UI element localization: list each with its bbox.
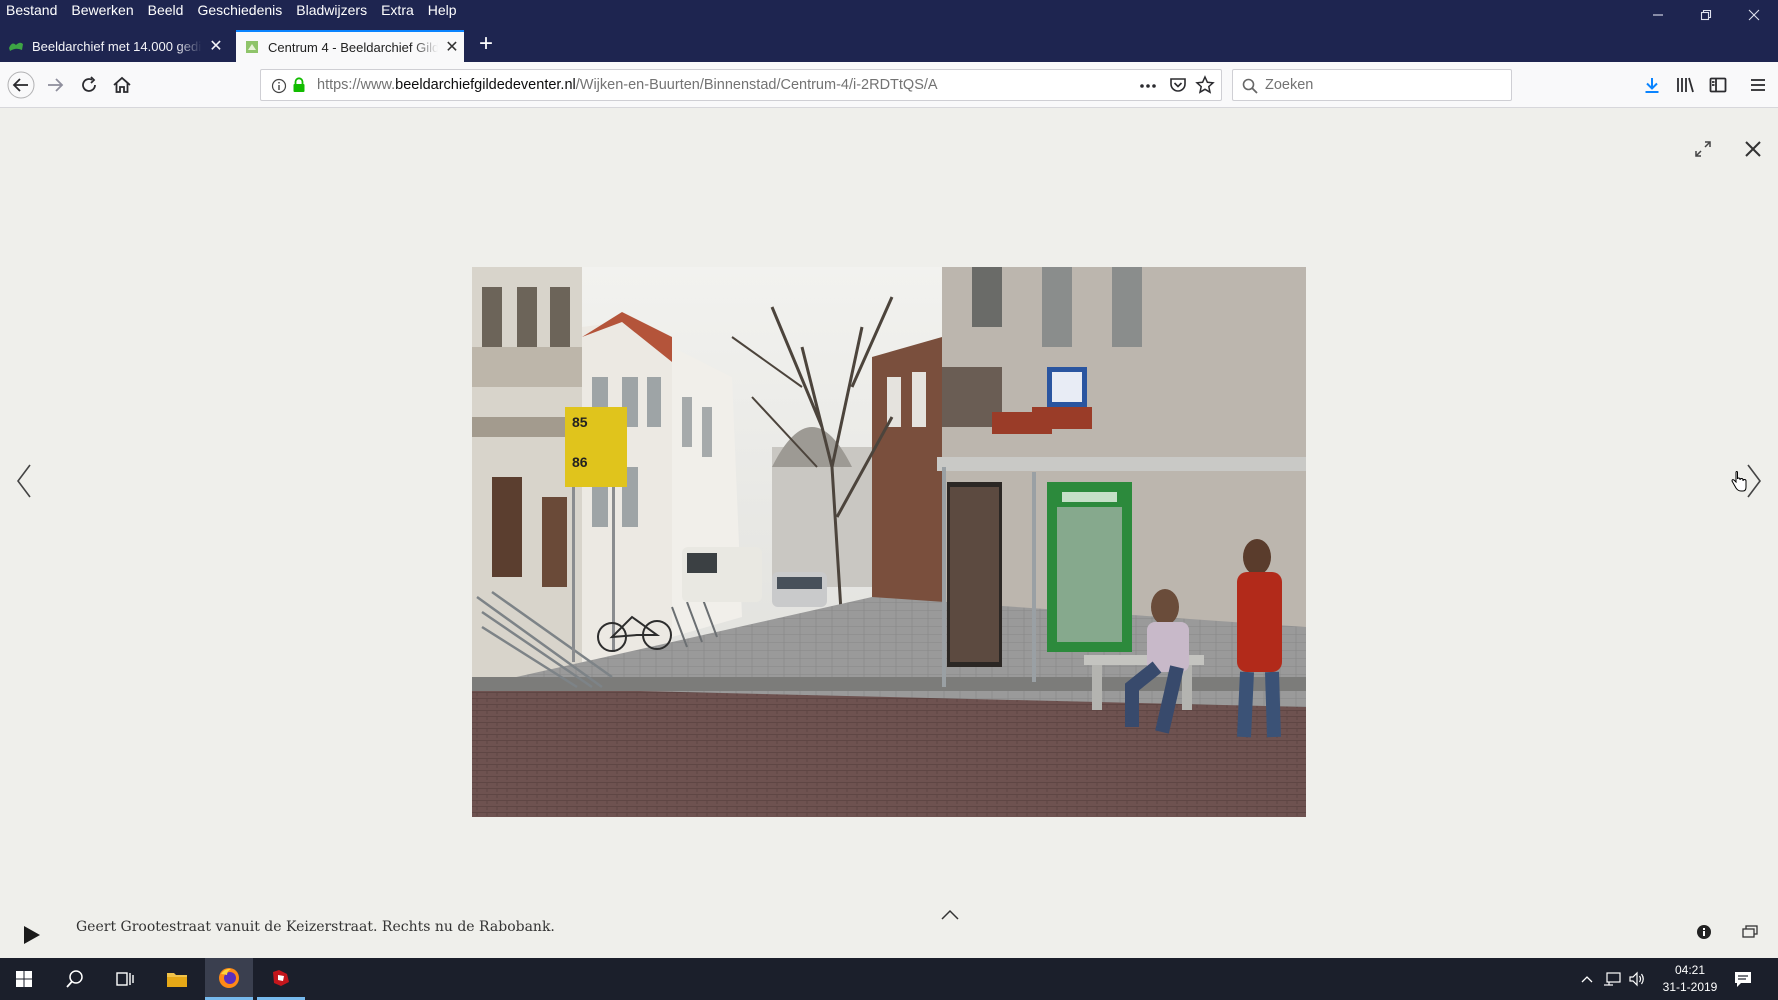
svg-text:86: 86 (572, 454, 588, 470)
close-lightbox-icon[interactable] (1743, 139, 1763, 159)
download-icon (1645, 78, 1659, 93)
lightbox-viewer: 85 86 Geert Grootestraat vanuit de Keize… (0, 109, 1778, 958)
tab-title: Beeldarchief met 14.000 gedigitaliseerde (32, 38, 202, 54)
url-path: /Wijken-en-Buurten/Binnenstad/Centrum-4/… (575, 77, 938, 93)
search-bar[interactable]: Zoeken (1232, 69, 1512, 101)
menu-extra[interactable]: Extra (381, 2, 414, 18)
menu-bestand[interactable]: Bestand (6, 2, 57, 18)
network-icon[interactable] (1603, 971, 1621, 987)
folder-icon (167, 973, 187, 987)
app-taskbar-button[interactable] (257, 958, 305, 1000)
menu-help[interactable]: Help (428, 2, 457, 18)
home-icon (113, 76, 131, 93)
bookmark-star-icon[interactable] (1195, 75, 1215, 95)
tab-title: Centrum 4 - Beeldarchief Gilde Deventer (268, 39, 438, 55)
task-view-icon (116, 972, 134, 986)
search-icon (1242, 78, 1258, 94)
task-view-button[interactable] (101, 958, 149, 1000)
back-button[interactable] (5, 69, 37, 101)
street-photo[interactable]: 85 86 (472, 267, 1306, 817)
previous-photo-icon[interactable] (14, 461, 34, 501)
clock-date: 31-1-2019 (1662, 980, 1718, 994)
tab-favicon (244, 39, 260, 55)
hand-cursor-icon (1731, 471, 1747, 492)
menu-beeld[interactable]: Beeld (148, 2, 184, 18)
firefox-taskbar-button[interactable] (205, 958, 253, 1000)
pocket-icon[interactable] (1169, 76, 1187, 94)
library-button[interactable] (1669, 69, 1701, 101)
lock-icon[interactable] (292, 77, 306, 93)
search-placeholder: Zoeken (1265, 77, 1314, 93)
photo-caption: Geert Grootestraat vanuit de Keizerstraa… (76, 919, 555, 935)
sidebar-toggle-button[interactable] (1702, 69, 1734, 101)
back-arrow-icon (7, 71, 35, 99)
new-tab-button[interactable]: + (474, 32, 498, 56)
url-domain: beeldarchiefgildedeventer.nl (395, 77, 576, 93)
start-button[interactable] (0, 958, 48, 1000)
photo-illustration: 85 86 (472, 267, 1306, 817)
forward-arrow-icon (48, 78, 64, 92)
close-icon (1748, 9, 1760, 21)
sidebar-icon (1709, 77, 1727, 93)
tab-close-icon[interactable]: ✕ (206, 36, 226, 56)
minimize-icon (1653, 14, 1663, 16)
menu-bewerken[interactable]: Bewerken (71, 2, 133, 18)
reload-icon (82, 76, 96, 92)
windows-logo-icon (16, 971, 32, 987)
clock-time: 04:21 (1674, 963, 1706, 977)
library-icon (1677, 77, 1694, 93)
url-prefix: https://www. (317, 77, 396, 93)
fullscreen-icon[interactable] (1693, 139, 1713, 159)
windows-taskbar: 04:21 31-1-2019 (0, 958, 1778, 1000)
system-tray-chevron-icon[interactable] (1581, 975, 1593, 983)
play-slideshow-icon[interactable] (20, 923, 44, 947)
window-titlebar: Bestand Bewerken Beeld Geschiedenis Blad… (0, 0, 1778, 22)
buy-photo-icon[interactable] (1741, 924, 1759, 940)
tab-beeldarchief[interactable]: Beeldarchief met 14.000 gedigitaliseerde… (0, 30, 232, 62)
menu-geschiedenis[interactable]: Geschiedenis (197, 2, 282, 18)
forward-button[interactable] (39, 69, 71, 101)
firefox-icon (219, 967, 239, 988)
search-icon (66, 970, 83, 988)
navigation-toolbar: https://www.beeldarchiefgildedeventer.nl… (0, 62, 1778, 108)
photo-info-icon[interactable] (1696, 924, 1712, 940)
hamburger-icon (1751, 79, 1765, 91)
reload-button[interactable] (73, 69, 105, 101)
home-button[interactable] (106, 69, 138, 101)
tab-strip: Beeldarchief met 14.000 gedigitaliseerde… (0, 22, 1778, 62)
taskbar-clock[interactable]: 04:21 31-1-2019 (1650, 962, 1730, 996)
app-menu-button[interactable] (1742, 69, 1774, 101)
restore-icon (1700, 9, 1712, 21)
tab-favicon (8, 38, 24, 54)
tab-centrum-4[interactable]: Centrum 4 - Beeldarchief Gilde Deventer … (236, 30, 464, 62)
page-actions-icon[interactable] (1139, 83, 1157, 89)
file-explorer-button[interactable] (153, 958, 201, 1000)
url-bar[interactable]: https://www.beeldarchiefgildedeventer.nl… (260, 69, 1222, 101)
url-text: https://www.beeldarchiefgildedeventer.nl… (317, 77, 938, 93)
volume-icon[interactable] (1628, 971, 1646, 987)
taskbar-search-button[interactable] (51, 958, 99, 1000)
menu-bladwijzers[interactable]: Bladwijzers (296, 2, 367, 18)
info-icon[interactable] (271, 78, 287, 94)
menu-bar: Bestand Bewerken Beeld Geschiedenis Blad… (6, 2, 457, 18)
tab-close-icon[interactable]: ✕ (442, 37, 462, 57)
app-icon (273, 969, 289, 986)
downloads-button[interactable] (1636, 69, 1668, 101)
svg-text:85: 85 (572, 414, 588, 430)
action-center-icon[interactable] (1734, 970, 1752, 988)
chevron-up-icon[interactable] (940, 909, 960, 921)
